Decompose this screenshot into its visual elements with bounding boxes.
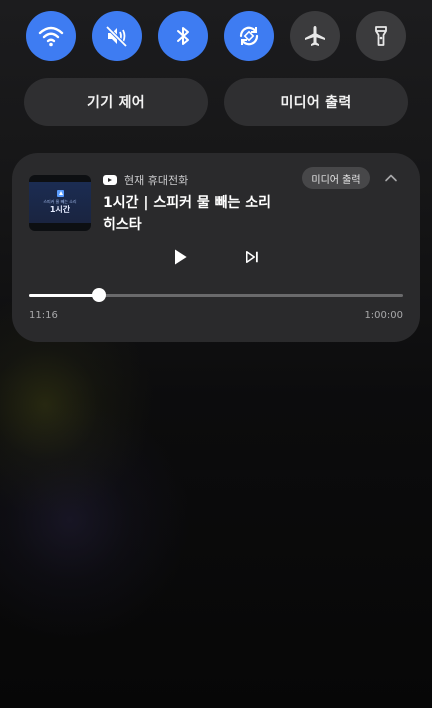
next-track-button[interactable]	[240, 245, 264, 269]
wifi-toggle[interactable]	[26, 11, 76, 61]
auto-rotate-toggle[interactable]	[224, 11, 274, 61]
play-icon	[175, 249, 187, 265]
thumbnail-duration-text: 1시간	[49, 205, 71, 214]
thumbnail-art: 스피커 물 빼는 소리 1시간	[29, 182, 91, 223]
media-output-button[interactable]: 미디어 출력	[224, 78, 408, 126]
elapsed-time: 11:16	[29, 310, 58, 321]
media-output-chip[interactable]: 미디어 출력	[302, 167, 370, 189]
source-label: 현재 휴대전화	[124, 174, 189, 187]
album-thumbnail[interactable]: 스피커 물 빼는 소리 1시간	[29, 175, 91, 231]
device-control-button[interactable]: 기기 제어	[24, 78, 208, 126]
chevron-up-icon	[385, 174, 397, 182]
flashlight-icon	[375, 26, 387, 46]
media-player-card: 스피커 물 빼는 소리 1시간 현재 휴대전화 미디어 출력 1시간 | 스피커…	[12, 153, 420, 342]
wifi-icon	[38, 26, 64, 47]
quick-panel-buttons: 기기 제어 미디어 출력	[24, 78, 408, 126]
track-artist: 히스타	[103, 217, 142, 233]
seek-bar[interactable]	[29, 288, 403, 302]
total-duration: 1:00:00	[364, 310, 403, 321]
airplane-icon	[305, 26, 325, 46]
skip-next-icon	[246, 251, 258, 263]
play-button[interactable]	[168, 245, 192, 269]
media-source: 현재 휴대전화	[103, 171, 188, 189]
bluetooth-icon	[177, 27, 189, 45]
sound-toggle[interactable]	[92, 11, 142, 61]
bluetooth-toggle[interactable]	[158, 11, 208, 61]
airplane-mode-toggle[interactable]	[290, 11, 340, 61]
collapse-button[interactable]	[382, 169, 400, 187]
flashlight-toggle[interactable]	[356, 11, 406, 61]
quick-toggles-row	[26, 11, 406, 61]
seek-bar-progress	[29, 294, 100, 297]
youtube-icon	[103, 175, 117, 185]
rotate-icon	[239, 26, 259, 46]
thumbnail-logo-icon	[56, 190, 64, 197]
seek-bar-handle[interactable]	[92, 288, 107, 302]
track-title: 1시간 | 스피커 물 빼는 소리	[103, 195, 272, 211]
mute-icon	[105, 25, 128, 48]
